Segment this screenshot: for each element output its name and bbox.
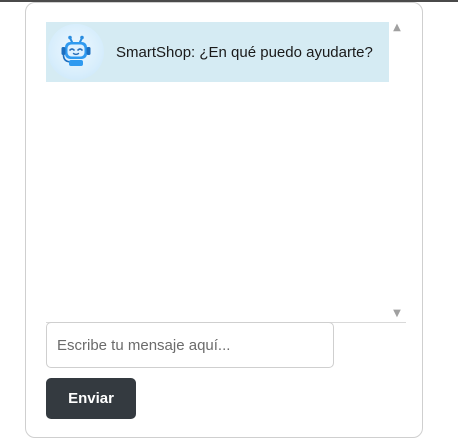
bot-message-text: SmartShop: ¿En qué puedo ayudarte? (116, 43, 373, 61)
robot-headset-icon (61, 35, 91, 66)
scroll-up-icon[interactable]: ▲ (390, 22, 404, 34)
chat-widget: SmartShop: ¿En qué puedo ayudarte? ▲ ▼ E… (25, 2, 423, 438)
bot-avatar (48, 24, 104, 80)
send-button[interactable]: Enviar (46, 378, 136, 419)
message-input[interactable] (46, 322, 334, 368)
message-list[interactable]: SmartShop: ¿En qué puedo ayudarte? (46, 22, 406, 323)
bot-message: SmartShop: ¿En qué puedo ayudarte? (46, 22, 389, 82)
scroll-down-icon[interactable]: ▼ (390, 308, 404, 320)
message-scrollbar[interactable]: ▲ ▼ (390, 22, 404, 322)
